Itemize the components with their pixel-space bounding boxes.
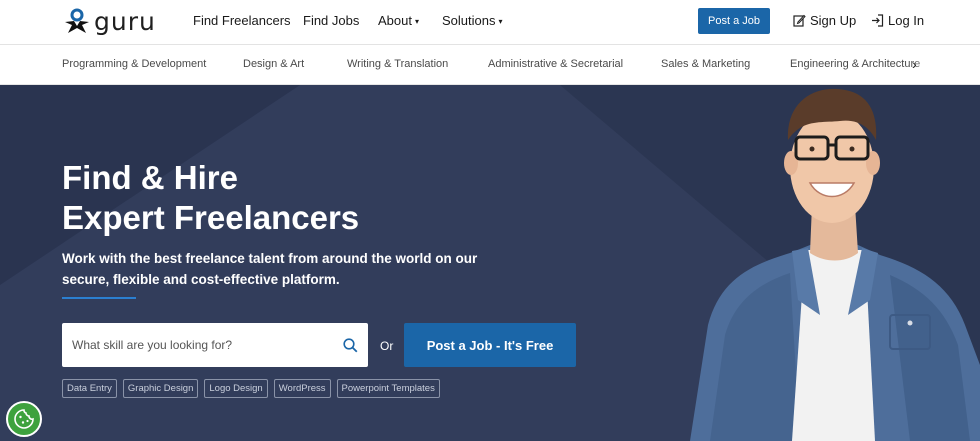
tag-graphic-design[interactable]: Graphic Design bbox=[122, 379, 199, 398]
skill-search-input[interactable] bbox=[62, 323, 332, 367]
search-icon[interactable] bbox=[332, 337, 368, 353]
guru-logo-icon bbox=[65, 8, 89, 33]
sign-up-label: Sign Up bbox=[810, 13, 857, 28]
top-navigation: guru Find Freelancers Find Jobs About ▾ … bbox=[0, 0, 980, 45]
nav-solutions-label: Solutions bbox=[442, 13, 496, 28]
category-sales-marketing[interactable]: Sales & Marketing bbox=[661, 58, 750, 70]
edit-icon bbox=[793, 14, 806, 27]
guru-logo[interactable]: guru bbox=[62, 6, 156, 36]
nav-find-freelancers[interactable]: Find Freelancers bbox=[193, 13, 291, 28]
hero-subtitle: Work with the best freelance talent from… bbox=[62, 251, 478, 287]
hero-title-line2: Expert Freelancers bbox=[62, 199, 360, 236]
nav-find-jobs-label: Find Jobs bbox=[303, 13, 360, 28]
skill-search-box bbox=[62, 323, 368, 367]
post-job-button[interactable]: Post a Job bbox=[698, 8, 770, 34]
category-engineering[interactable]: Engineering & Architecture bbox=[790, 58, 920, 70]
cookie-settings-button[interactable] bbox=[6, 401, 42, 437]
log-in-label: Log In bbox=[888, 13, 925, 28]
hero-divider bbox=[62, 297, 136, 299]
category-design[interactable]: Design & Art bbox=[243, 58, 304, 70]
freelancer-photo bbox=[690, 88, 980, 441]
category-fade bbox=[908, 45, 980, 84]
post-job-button-label: Post a Job bbox=[708, 15, 760, 27]
login-icon bbox=[872, 14, 884, 27]
tag-data-entry[interactable]: Data Entry bbox=[62, 379, 117, 398]
nav-find-jobs[interactable]: Find Jobs bbox=[303, 13, 359, 28]
chevron-right-icon[interactable]: › bbox=[912, 56, 917, 72]
or-label: Or bbox=[380, 339, 394, 353]
chevron-down-icon: ▾ bbox=[414, 16, 419, 26]
nav-find-freelancers-label: Find Freelancers bbox=[193, 13, 291, 28]
category-writing[interactable]: Writing & Translation bbox=[347, 58, 448, 70]
category-bar: Programming & Development Design & Art W… bbox=[0, 45, 980, 85]
nav-solutions[interactable]: Solutions ▾ bbox=[442, 13, 503, 28]
category-administrative[interactable]: Administrative & Secretarial bbox=[488, 58, 623, 70]
tag-wordpress[interactable]: WordPress bbox=[273, 379, 331, 398]
nav-about-label: About bbox=[378, 13, 412, 28]
cookie-icon bbox=[14, 409, 34, 429]
post-job-free-button[interactable]: Post a Job - It's Free bbox=[404, 323, 576, 367]
logo-wordmark: guru bbox=[94, 6, 156, 36]
log-in-link[interactable]: Log In bbox=[871, 13, 924, 28]
popular-tags: Data Entry Graphic Design Logo Design Wo… bbox=[62, 379, 440, 398]
nav-about[interactable]: About ▾ bbox=[378, 13, 419, 28]
sign-up-link[interactable]: Sign Up bbox=[793, 13, 856, 28]
hero-title-line1: Find & Hire bbox=[62, 159, 239, 196]
category-programming[interactable]: Programming & Development bbox=[62, 58, 206, 70]
hero-title: Find & Hire Expert Freelancers bbox=[62, 158, 359, 238]
chevron-down-icon: ▾ bbox=[498, 16, 503, 26]
tag-powerpoint-templates[interactable]: Powerpoint Templates bbox=[336, 379, 440, 398]
tag-logo-design[interactable]: Logo Design bbox=[204, 379, 268, 398]
post-job-free-label: Post a Job - It's Free bbox=[426, 337, 554, 353]
